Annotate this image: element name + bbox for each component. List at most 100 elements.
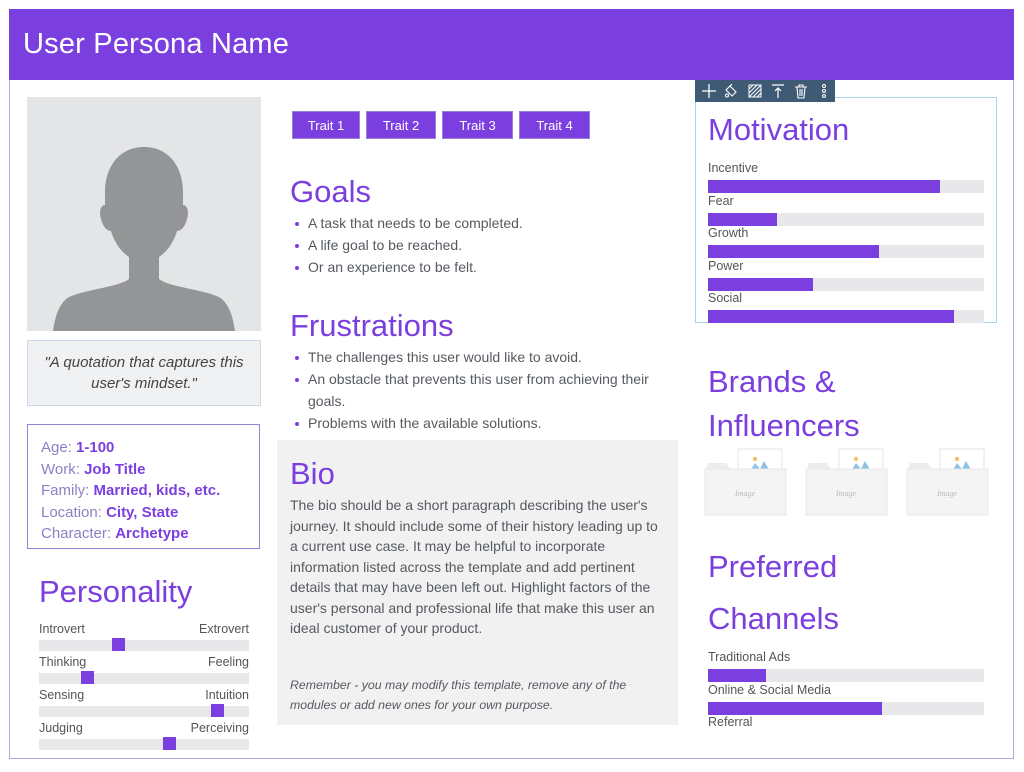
info-work[interactable]: Work: Job Title (41, 459, 259, 481)
brand-logo-placeholder[interactable]: Image (906, 447, 989, 517)
bio-note[interactable]: Remember - you may modify this template,… (290, 675, 665, 715)
motivation-bars: Incentive Fear Growth Power Social (708, 160, 996, 324)
info-value: Job Title (84, 460, 146, 478)
channel-bars: Traditional Ads Online & Social Media Refe… (708, 649, 998, 747)
progress-bar: Fear (708, 193, 996, 226)
list-item[interactable]: A life goal to be reached. (290, 235, 680, 257)
delete-button[interactable] (789, 80, 812, 102)
bar-fill (708, 310, 954, 324)
bar-track[interactable] (708, 212, 984, 226)
slider-left-label: Sensing (39, 688, 85, 703)
info-location[interactable]: Location: City, State (41, 502, 259, 524)
slider-track[interactable] (39, 739, 249, 751)
info-value: Married, kids, etc. (93, 482, 221, 500)
frustrations-section: Frustrations The challenges this user wo… (290, 304, 680, 434)
module-toolbar (695, 80, 835, 102)
bio-title: Bio (290, 456, 335, 491)
personality-slider: Sensing Intuition (39, 687, 249, 720)
trait-tags: Trait 1 Trait 2 Trait 3 Trait 4 (292, 111, 590, 139)
slider-track[interactable] (39, 673, 249, 685)
list-item[interactable]: An obstacle that prevents this user from… (290, 369, 670, 412)
personality-sliders: Introvert Extrovert Thinking Feeling Sensing… (39, 621, 249, 753)
info-value: 1-100 (76, 439, 115, 456)
bio-text[interactable]: The bio should be a short paragraph desc… (290, 495, 665, 639)
move-to-top-icon (771, 84, 784, 98)
bar-label: Incentive (708, 161, 759, 175)
info-label: Age: (41, 439, 72, 456)
goals-list: A task that needs to be completed. A lif… (290, 213, 680, 278)
pattern-button[interactable] (744, 80, 767, 102)
frustrations-list: The challenges this user would like to a… (290, 347, 670, 434)
info-label: Work: (41, 460, 80, 478)
slider-right-label: Perceiving (190, 721, 249, 736)
personality-title: Personality (39, 574, 193, 609)
demographics-box: Age: 1-100 Work: Job Title Family: Marri… (27, 424, 260, 549)
fill-color-button[interactable] (721, 80, 744, 102)
list-item[interactable]: The challenges this user would like to a… (290, 347, 670, 369)
info-character[interactable]: Character: Archetype (41, 523, 259, 545)
bar-label: Online & Social Media (708, 682, 831, 697)
bar-track[interactable] (708, 310, 984, 324)
list-item[interactable]: Problems with the available solutions. (290, 413, 670, 435)
brands-title-line1: Brands & (708, 364, 836, 399)
info-age[interactable]: Age: 1-100 (41, 437, 259, 459)
progress-bar: Referral (708, 714, 998, 747)
progress-bar: Social (708, 290, 996, 324)
trait-tag-3[interactable]: Trait 3 (442, 111, 513, 139)
slider-right-label: Extrovert (198, 622, 249, 637)
more-options-button[interactable] (812, 80, 835, 102)
personality-slider: Judging Perceiving (39, 720, 249, 753)
bar-fill (708, 180, 940, 193)
bar-track[interactable] (708, 245, 984, 259)
slider-labels: Judging Perceiving (39, 720, 249, 736)
move-to-top-button[interactable] (766, 80, 789, 102)
person-silhouette-icon (53, 147, 235, 331)
slider-right-label: Intuition (205, 688, 249, 703)
goals-section: Goals A task that needs to be completed.… (290, 170, 680, 279)
slider-handle[interactable] (112, 638, 126, 652)
slider-track[interactable] (39, 640, 249, 652)
image-placeholder-icon: Image (805, 448, 888, 516)
motivation-title: Motivation (708, 112, 850, 147)
more-vertical-icon (821, 84, 826, 98)
info-family[interactable]: Family: Married, kids, etc. (41, 480, 259, 502)
logo-placeholder-text: Image (835, 489, 856, 498)
slider-labels: Thinking Feeling (39, 654, 249, 670)
brand-logo-placeholder[interactable]: Image (805, 447, 888, 517)
bar-track[interactable] (708, 277, 984, 291)
slider-labels: Introvert Extrovert (39, 621, 249, 637)
bar-track[interactable] (708, 180, 984, 193)
bar-label: Traditional Ads (708, 650, 791, 664)
goals-title: Goals (290, 174, 371, 209)
bar-label: Referral (708, 715, 753, 730)
persona-name-title[interactable]: User Persona Name (23, 28, 289, 61)
avatar[interactable] (27, 97, 261, 331)
bar-fill (708, 212, 777, 226)
bar-fill (708, 701, 882, 715)
list-item[interactable]: Or an experience to be felt. (290, 257, 680, 279)
slider-handle[interactable] (211, 704, 224, 718)
brands-title-line2: Influencers (708, 408, 860, 443)
add-icon (702, 84, 717, 98)
list-item[interactable]: A task that needs to be completed. (290, 213, 680, 235)
bar-label: Growth (708, 226, 749, 241)
info-label: Character: (41, 525, 112, 543)
motivation-section[interactable]: Motivation Incentive Fear Growth Power Socia… (695, 97, 997, 324)
trait-tag-1[interactable]: Trait 1 (292, 111, 360, 139)
slider-handle[interactable] (162, 737, 176, 751)
brand-logo-placeholder[interactable]: Image (704, 447, 787, 517)
trait-tag-2[interactable]: Trait 2 (366, 111, 436, 139)
personality-section: Personality Introvert Extrovert Thinking Fe… (39, 570, 249, 753)
personality-slider: Introvert Extrovert (39, 621, 249, 654)
info-label: Family: (41, 482, 90, 500)
add-button[interactable] (698, 80, 721, 102)
slider-handle[interactable] (80, 671, 94, 685)
bio-section: Bio The bio should be a short paragraph … (277, 440, 678, 725)
bar-track[interactable] (708, 701, 984, 715)
persona-quote[interactable]: "A quotation that captures this user's m… (27, 340, 261, 406)
bar-track[interactable] (708, 669, 984, 682)
image-placeholder-icon: Image (704, 448, 787, 516)
bar-label: Power (708, 258, 744, 273)
brands-section: Brands & Influencers (708, 360, 998, 448)
trait-tag-4[interactable]: Trait 4 (519, 111, 590, 139)
